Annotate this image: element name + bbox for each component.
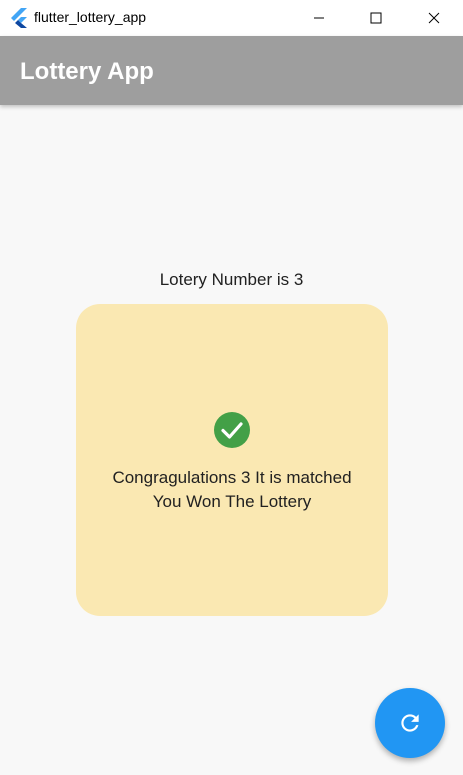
check-circle-icon bbox=[213, 411, 251, 449]
maximize-button[interactable] bbox=[353, 0, 399, 36]
app-bar-title: Lottery App bbox=[20, 58, 154, 85]
close-button[interactable] bbox=[411, 0, 457, 36]
minimize-icon bbox=[314, 17, 324, 19]
minimize-button[interactable] bbox=[296, 0, 342, 36]
lottery-number-text: Lotery Number is 3 bbox=[159, 270, 304, 289]
result-card: Congragulations 3 It is matched You Won … bbox=[76, 304, 388, 616]
window-titlebar: flutter_lottery_app bbox=[0, 0, 463, 36]
app-bar: Lottery App bbox=[0, 36, 463, 105]
result-message: Congragulations 3 It is matched You Won … bbox=[76, 466, 388, 514]
close-icon bbox=[428, 12, 440, 24]
refresh-button[interactable] bbox=[375, 688, 445, 758]
refresh-icon bbox=[401, 714, 419, 732]
result-message-line1: Congragulations 3 It is matched bbox=[112, 468, 352, 487]
result-message-line2: You Won The Lottery bbox=[152, 492, 312, 511]
flutter-logo-icon bbox=[10, 8, 28, 28]
maximize-icon bbox=[370, 12, 382, 24]
window-title: flutter_lottery_app bbox=[34, 9, 147, 25]
